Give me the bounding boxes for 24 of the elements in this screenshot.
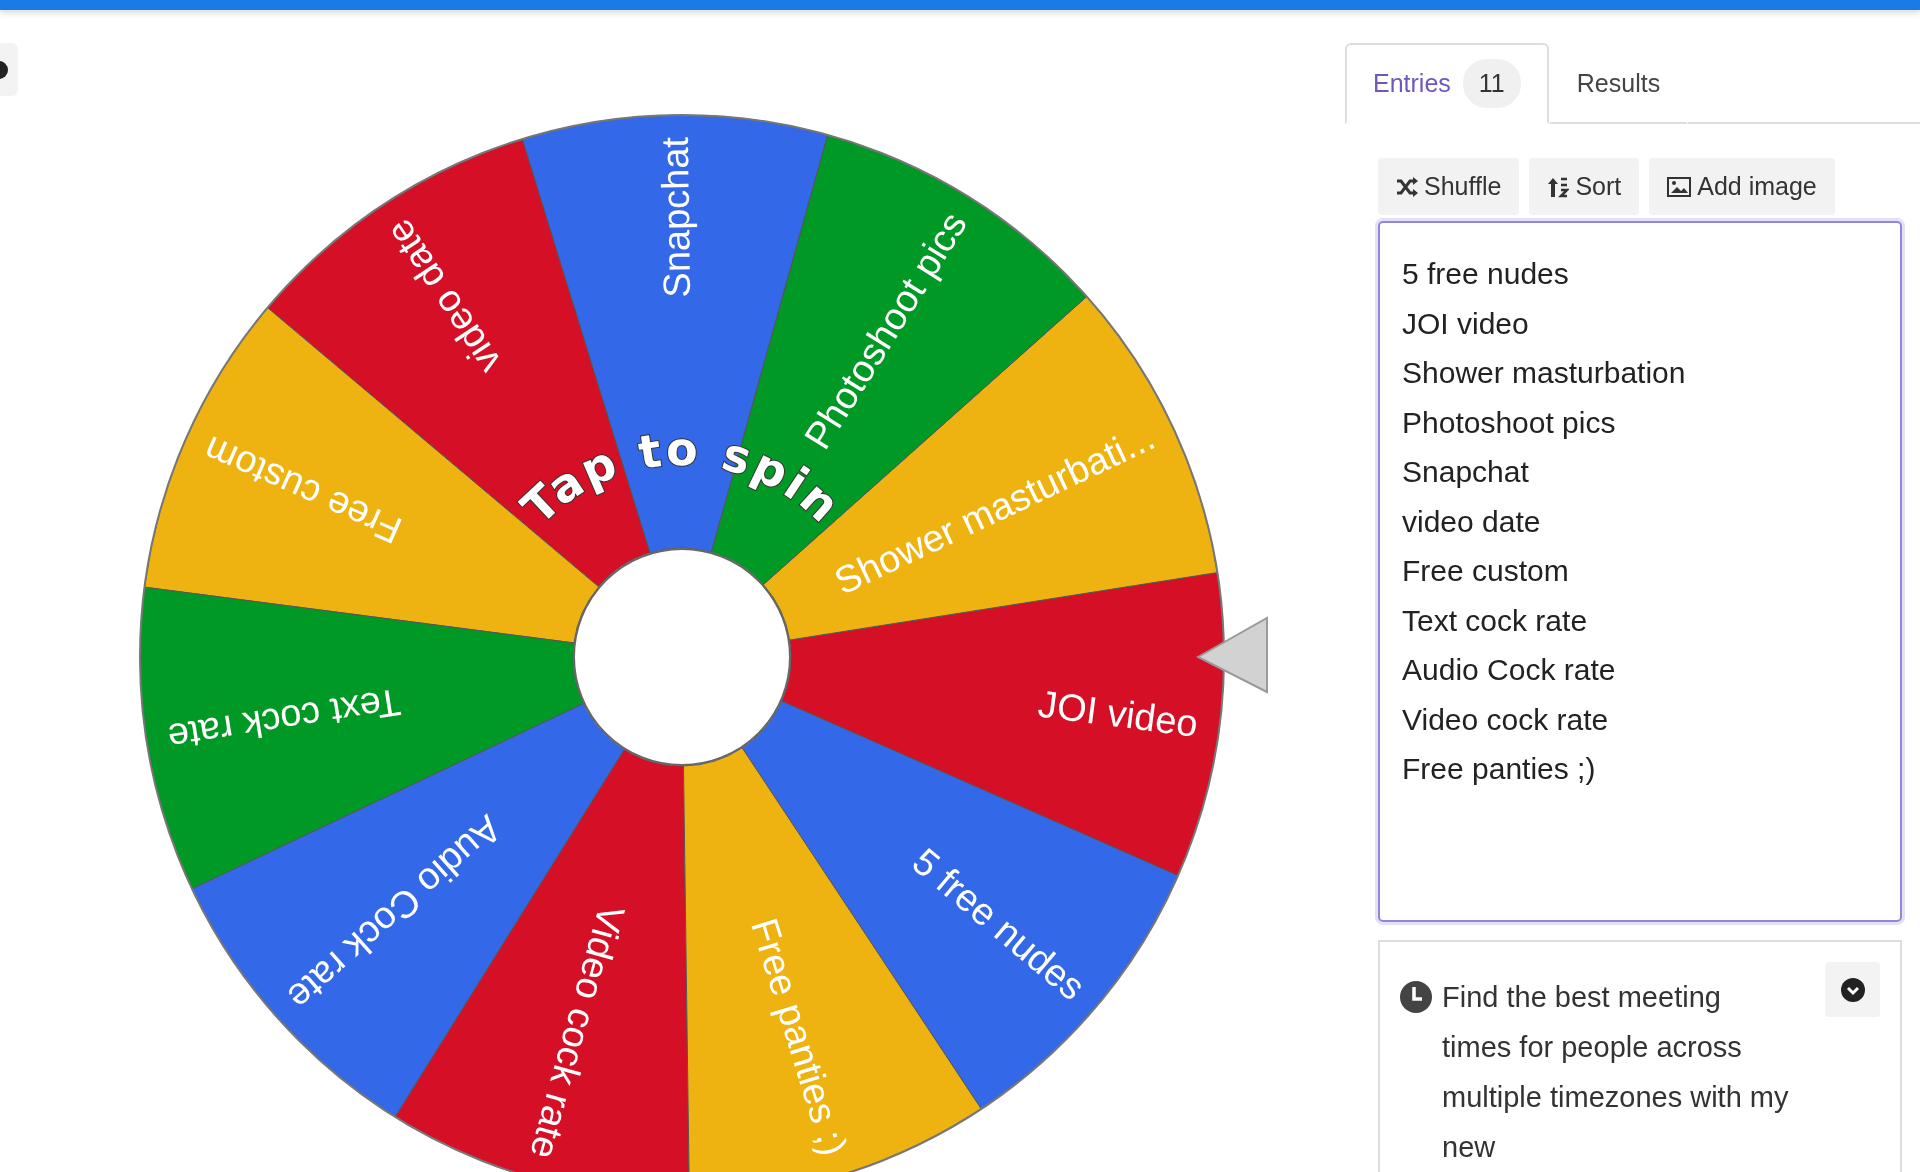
slice-label: Text cock rate	[165, 680, 404, 759]
card-text: Find the best meeting times for people across multiple timezones with my new	[1442, 980, 1790, 1165]
tab-label: Results	[1576, 69, 1661, 98]
image-button[interactable]: Add image	[1649, 158, 1835, 215]
expand-button[interactable]	[1825, 962, 1880, 1017]
tab[interactable]: Entries 11	[1345, 43, 1549, 124]
sort-icon	[1547, 175, 1570, 198]
slice-label: Snapchat	[653, 136, 699, 298]
clock-icon	[1400, 981, 1432, 1013]
entries-field[interactable]: 5 free nudes JOI video Shower masturbation Photoshoot pics Snapchat video date Free custom Text cock rate Audio Cock rate Video cock rate Free panties ;)	[1378, 221, 1902, 922]
slice-label: JOI video	[1035, 682, 1201, 745]
sort-button[interactable]: Sort	[1529, 158, 1640, 215]
slice-label: Free panties ;)	[743, 913, 856, 1161]
count-badge: 11	[1462, 59, 1521, 108]
wheel-slice[interactable]	[139, 586, 584, 890]
wheel-hub[interactable]	[573, 548, 791, 766]
tab[interactable]: Results	[1548, 43, 1689, 124]
image-icon	[1667, 176, 1692, 197]
chevron-down-icon	[1840, 977, 1865, 1002]
slice-label: Video cock rate	[522, 900, 633, 1164]
tab-label: Entries	[1373, 69, 1451, 98]
side-button[interactable]	[0, 43, 18, 96]
shuffle-button[interactable]: Shuffle	[1378, 158, 1520, 215]
shuffle-icon	[1396, 176, 1418, 197]
